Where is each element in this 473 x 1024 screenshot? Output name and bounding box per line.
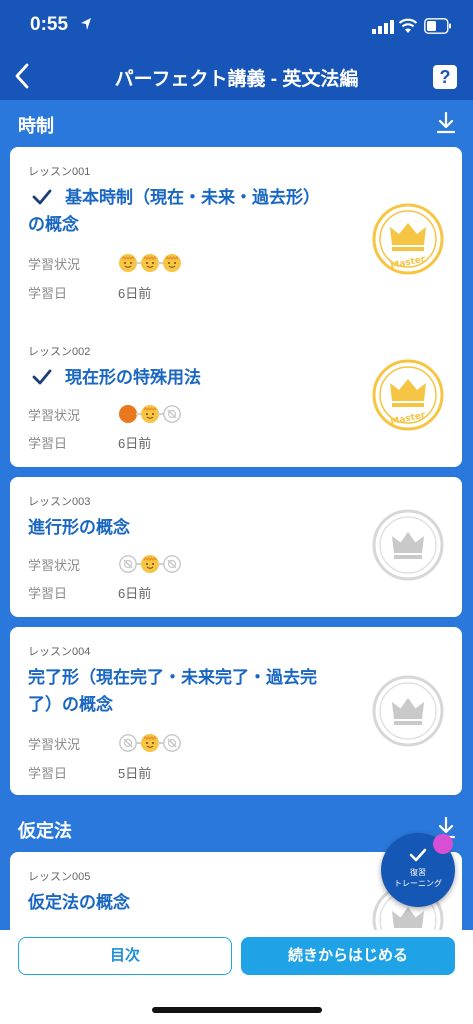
progress-face-icon: [140, 404, 160, 428]
page-title: パーフェクト講義 - 英文法編: [114, 69, 359, 90]
date-label: 学習日: [28, 586, 68, 601]
lesson-title-line: 基本時制（現在・未来・過去形）: [65, 188, 320, 207]
date-label: 学習日: [28, 766, 68, 781]
lesson-number: レッスン001: [28, 166, 91, 178]
study-date: 6日前: [118, 586, 152, 601]
lesson-title: 完了形（現在完了・未来完了・過去完 了）の概念: [28, 664, 358, 718]
review-training-button[interactable]: 復習 トレーニング: [381, 833, 455, 907]
study-date: 6日前: [118, 286, 152, 301]
status-time: 0:55: [30, 14, 69, 35]
progress-face-icon: [118, 554, 138, 578]
lesson-title: 現在形の特殊用法: [65, 364, 395, 391]
battery-icon: [424, 18, 451, 34]
lesson-title-line: 進行形の概念: [28, 518, 130, 537]
crown-badge-icon: [372, 509, 444, 581]
progress-face-icon: [118, 733, 138, 757]
lesson-title: 基本時制（現在・未来・過去形） の概念: [28, 184, 395, 238]
crown-badge-icon: Master: [372, 359, 444, 431]
progress-face-icon: [162, 733, 182, 757]
lesson-title-line: の概念: [28, 215, 79, 234]
lesson-title: 仮定法の概念: [28, 889, 358, 916]
nav-bar: パーフェクト講義 - 英文法編 ?: [0, 52, 473, 100]
lesson-number: レッスン003: [28, 496, 91, 508]
download-icon[interactable]: [436, 112, 456, 134]
progress-face-icon: [140, 554, 160, 578]
progress-face-icon: [140, 253, 160, 277]
lesson-title-line: 了）の概念: [28, 695, 113, 714]
progress-face-icon: [140, 733, 160, 757]
lesson-title: 進行形の概念: [28, 514, 358, 541]
status-label: 学習状況: [28, 257, 81, 272]
notification-dot: [433, 834, 453, 854]
back-chevron-icon[interactable]: [10, 60, 38, 92]
section-title: 時制: [18, 116, 54, 136]
progress-face-icon: [162, 404, 182, 428]
check-icon: [32, 369, 52, 385]
status-label: 学習状況: [28, 737, 81, 752]
status-bar: 0:55: [0, 0, 473, 52]
status-label: 学習状況: [28, 408, 81, 423]
section-header: 時制: [0, 100, 473, 146]
study-date: 6日前: [118, 436, 152, 451]
progress-face-icon: [162, 554, 182, 578]
progress-face-icon: [118, 404, 138, 428]
check-icon: [32, 189, 52, 205]
signal-icon: [372, 20, 394, 34]
date-label: 学習日: [28, 436, 68, 451]
status-label: 学習状況: [28, 558, 81, 573]
lesson-card[interactable]: レッスン004 完了形（現在完了・未来完了・過去完 了）の概念 学習状況 学習日…: [10, 627, 462, 795]
lesson-number: レッスン002: [28, 346, 91, 358]
bottom-bar: 目次 続きからはじめる: [0, 930, 473, 1024]
lesson-title-line: 現在形の特殊用法: [65, 368, 201, 387]
fab-label-line1: 復習: [410, 868, 426, 877]
lesson-list[interactable]: 時制 レッスン001 基本時制（現在・未来・過去形） の概念 学習状況 学習日 …: [0, 100, 473, 930]
study-date: 5日前: [118, 766, 152, 781]
lesson-title-line: 完了形（現在完了・未来完了・過去完: [28, 668, 317, 687]
crown-badge-icon: Master: [372, 203, 444, 275]
continue-button[interactable]: 続きからはじめる: [241, 937, 455, 975]
wifi-icon: [398, 18, 418, 33]
crown-badge-icon: [372, 675, 444, 747]
check-icon: [409, 848, 427, 862]
section-title: 仮定法: [18, 821, 72, 841]
lesson-card[interactable]: レッスン003 進行形の概念 学習状況 学習日 6日前: [10, 477, 462, 617]
lesson-number: レッスン005: [28, 871, 91, 883]
home-indicator[interactable]: [152, 1007, 322, 1013]
date-label: 学習日: [28, 286, 68, 301]
table-of-contents-button[interactable]: 目次: [18, 937, 232, 975]
location-arrow-icon: [81, 18, 91, 30]
fab-label-line2: トレーニング: [394, 879, 442, 888]
lesson-title-line: 仮定法の概念: [28, 893, 130, 912]
lesson-number: レッスン004: [28, 646, 91, 658]
lesson-card[interactable]: レッスン002 現在形の特殊用法 学習状況 学習日 6日前 Master: [10, 327, 462, 467]
progress-face-icon: [162, 253, 182, 277]
progress-face-icon: [118, 253, 138, 277]
help-icon[interactable]: ?: [433, 65, 457, 89]
